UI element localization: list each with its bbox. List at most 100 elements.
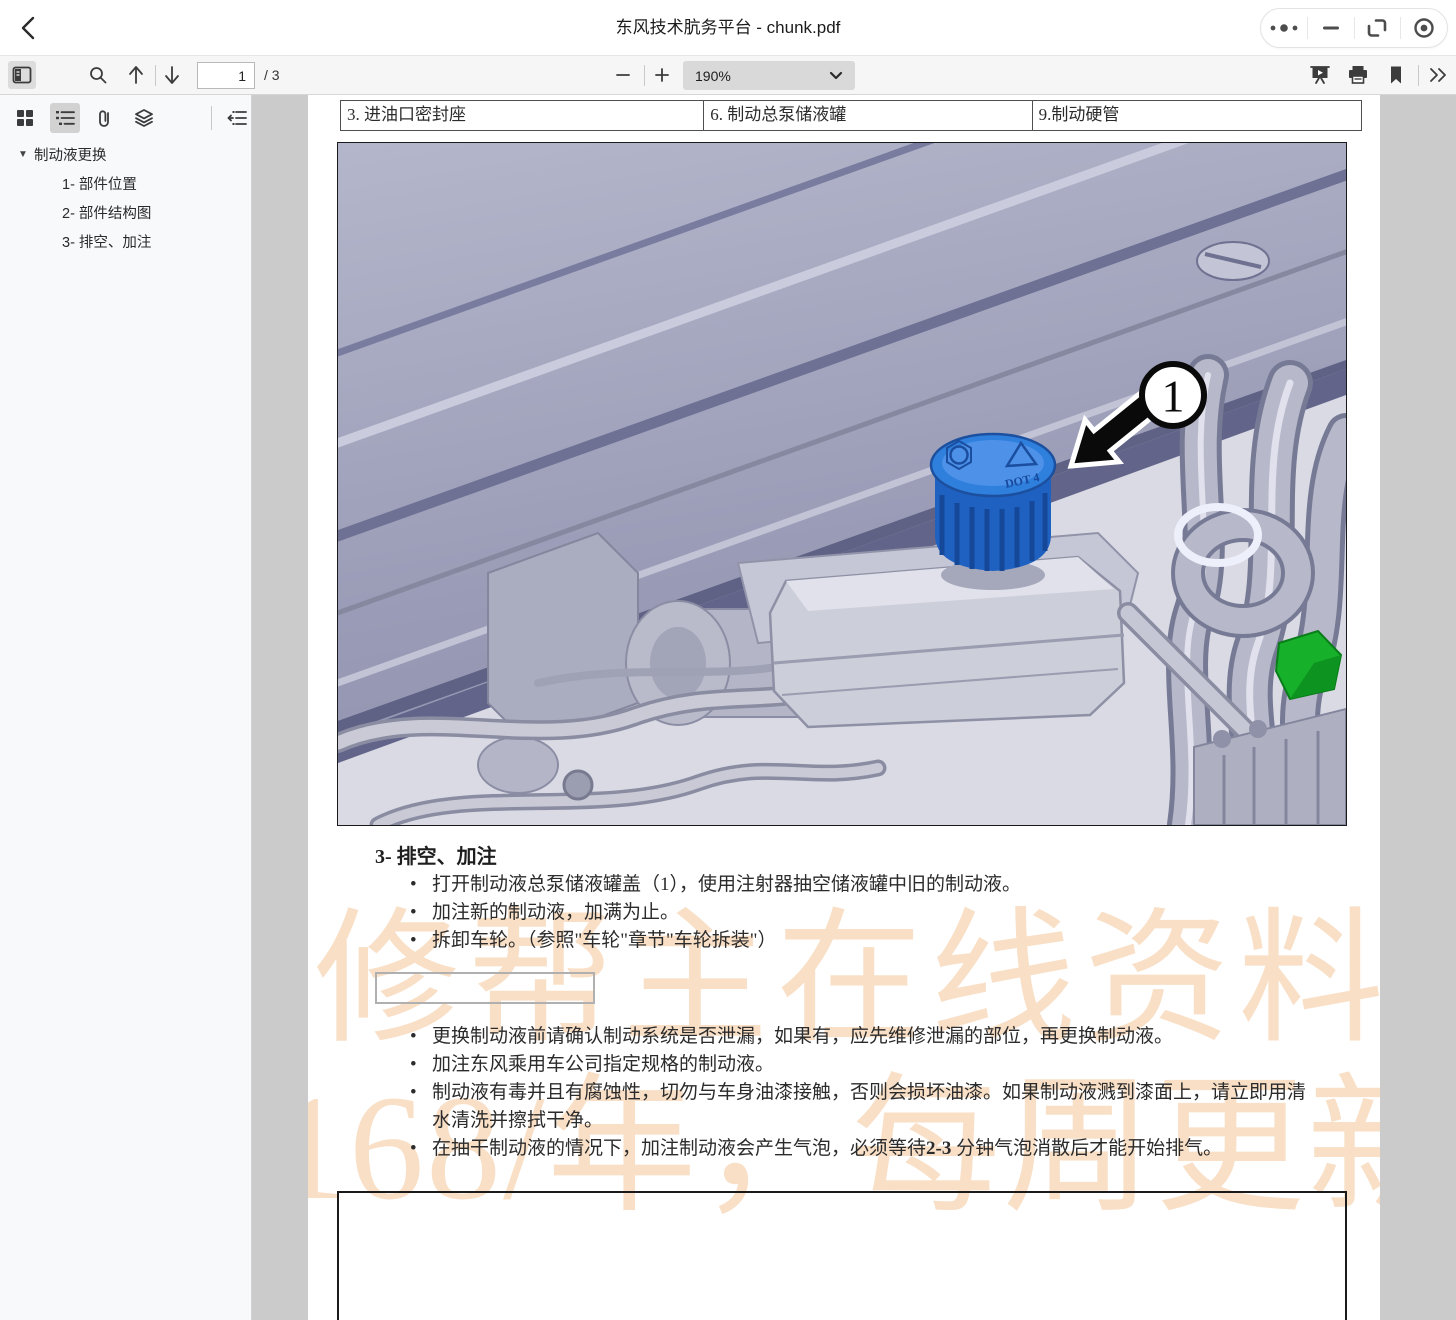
zoom-level-value: 190% — [695, 68, 829, 84]
outline-tab[interactable] — [50, 103, 80, 133]
minimize-button[interactable] — [1308, 9, 1354, 47]
page-total-label: / 3 — [264, 67, 280, 83]
bookmark-button[interactable] — [1382, 61, 1410, 89]
sidebar: ▼制动液更换 1- 部件位置 2- 部件结构图 3- 排空、加注 — [0, 95, 252, 1320]
restore-button[interactable] — [1355, 9, 1401, 47]
pdf-toolbar: / 3 190% — [0, 56, 1456, 95]
thumbnails-tab[interactable] — [10, 103, 40, 133]
outline-tree: ▼制动液更换 1- 部件位置 2- 部件结构图 3- 排空、加注 — [0, 140, 252, 256]
outline-item-label: 1- 部件位置 — [62, 173, 137, 194]
toggle-sidebar-button[interactable] — [8, 61, 36, 89]
note-line: 更换制动液前请确认制动系统是否泄漏，如果有，应先维修泄漏的部位，再更换制动液。 — [410, 1023, 1376, 1051]
more-tools-button[interactable] — [1424, 61, 1452, 89]
previous-page-button[interactable] — [122, 61, 150, 89]
layers-tab[interactable] — [129, 103, 159, 133]
section-heading: 3- 排空、加注 — [375, 840, 497, 869]
reservoir-cap: DOT 4 — [931, 434, 1055, 571]
toolbar-divider — [155, 65, 156, 86]
arrow-down-icon — [162, 64, 182, 86]
bottom-table-box — [337, 1191, 1347, 1320]
layers-icon — [134, 108, 154, 128]
outline-item-label: 2- 部件结构图 — [62, 202, 151, 223]
note-text: 在抽干制动液的情况下，加注制动液会产生气泡，必须等待 — [432, 1138, 926, 1159]
bullet-list: 打开制动液总泵储液罐盖（1），使用注射器抽空储液罐中旧的制动液。加注新的制动液，… — [410, 871, 1370, 955]
note-line: 在抽干制动液的情况下，加注制动液会产生气泡，必须等待2-3 分钟气泡消散后才能开… — [410, 1135, 1376, 1163]
more-options-icon — [1267, 22, 1301, 34]
callout-number-badge: 1 — [1142, 364, 1204, 426]
bookmark-icon — [1388, 65, 1404, 85]
zoom-out-button[interactable] — [609, 61, 637, 89]
note-item: 制动液有毒并且有腐蚀性，切勿与车身油漆接触，否则会损坏油漆。如果制动液溅到漆面上… — [410, 1079, 1376, 1135]
toolbar-divider — [1418, 65, 1419, 86]
parts-table: 3. 进油口密封座6. 制动总泵储液罐9.制动硬管 — [340, 100, 1362, 131]
note-line: 制动液有毒并且有腐蚀性，切勿与车身油漆接触，否则会损坏油漆。如果制动液溅到漆面上… — [410, 1079, 1376, 1107]
note-text: 水清洗并擦拭干净。 — [432, 1110, 603, 1131]
attachments-tab[interactable] — [90, 103, 120, 133]
minimize-icon — [1321, 25, 1341, 31]
note-text: 更换制动液前请确认制动系统是否泄漏，如果有，应先维修泄漏的部位，再更换制动液。 — [432, 1026, 1173, 1047]
callout-number: 1 — [1162, 371, 1185, 422]
note-item: 在抽干制动液的情况下，加注制动液会产生气泡，必须等待2-3 分钟气泡消散后才能开… — [410, 1135, 1376, 1163]
record-target-button[interactable] — [1401, 9, 1447, 47]
paperclip-icon — [95, 108, 113, 128]
grid-icon — [16, 109, 34, 127]
note-text: 制动液有毒并且有腐蚀性，切勿与车身油漆接触，否则会损坏油漆。如果制动液溅到漆面上… — [432, 1082, 1306, 1103]
page-number-input[interactable] — [197, 62, 255, 89]
note-line: 加注东风乘用车公司指定规格的制动液。 — [410, 1051, 1376, 1079]
arrow-up-icon — [126, 64, 146, 86]
bullet-item: 打开制动液总泵储液罐盖（1），使用注射器抽空储液罐中旧的制动液。 — [410, 871, 1370, 899]
bullet-item: 拆卸车轮。（参照"车轮"章节"车轮拆装"） — [410, 927, 1370, 955]
note-text: 加注东风乘用车公司指定规格的制动液。 — [432, 1054, 774, 1075]
print-button[interactable] — [1344, 61, 1372, 89]
pdf-page: 修帮主在线资料库 168/年，每周更新 3. 进油口密封座6. 制动总泵储液罐9… — [308, 95, 1380, 1320]
window-controls — [1260, 8, 1448, 48]
next-page-button[interactable] — [158, 61, 186, 89]
search-button[interactable] — [84, 61, 112, 89]
collapse-outline-button[interactable] — [222, 103, 252, 133]
parts-table-cell: 9.制动硬管 — [1033, 101, 1361, 130]
sidebar-panel-icon — [12, 66, 32, 84]
empty-field-box[interactable] — [375, 972, 595, 1004]
toolbar-divider — [644, 65, 645, 86]
window-titlebar: 东风技术肮务平台 - chunk.pdf — [0, 0, 1456, 56]
zoom-level-select[interactable]: 190% — [683, 61, 855, 90]
record-target-icon — [1412, 16, 1436, 40]
presentation-mode-button[interactable] — [1306, 61, 1334, 89]
note-item: 更换制动液前请确认制动系统是否泄漏，如果有，应先维修泄漏的部位，再更换制动液。 — [410, 1023, 1376, 1051]
chevron-down-icon — [829, 71, 843, 80]
note-item: 加注东风乘用车公司指定规格的制动液。 — [410, 1051, 1376, 1079]
parts-table-cell: 6. 制动总泵储液罐 — [704, 101, 1032, 130]
plus-icon — [653, 66, 671, 84]
collapse-left-icon — [227, 109, 247, 127]
outline-item[interactable]: 1- 部件位置 — [0, 169, 252, 198]
engine-illustration: DOT 4 — [338, 143, 1346, 825]
parts-table-cell: 3. 进油口密封座 — [341, 101, 704, 130]
outline-item-label: 制动液更换 — [34, 144, 107, 165]
bulleted-list-icon — [55, 109, 75, 127]
restore-icon — [1366, 17, 1388, 39]
brake-fluid-reservoir — [738, 533, 1138, 727]
outline-item[interactable]: 3- 排空、加注 — [0, 227, 252, 256]
sidebar-divider — [211, 106, 212, 130]
outline-item-label: 3- 排空、加注 — [62, 231, 151, 252]
caret-down-icon[interactable]: ▼ — [12, 149, 34, 160]
double-chevron-right-icon — [1427, 66, 1449, 84]
presentation-icon — [1309, 65, 1331, 85]
more-options-button[interactable] — [1261, 9, 1307, 47]
printer-icon — [1347, 65, 1369, 85]
outline-item[interactable]: 2- 部件结构图 — [0, 198, 252, 227]
viewer-content: ▼制动液更换 1- 部件位置 2- 部件结构图 3- 排空、加注 修帮主在线资料库 1… — [0, 95, 1456, 1320]
notes-list: 更换制动液前请确认制动系统是否泄漏，如果有，应先维修泄漏的部位，再更换制动液。加… — [410, 1023, 1376, 1163]
minus-icon — [614, 66, 632, 84]
figure-frame: DOT 4 — [337, 142, 1347, 826]
sidebar-tabs — [0, 95, 252, 140]
outline-item[interactable]: ▼制动液更换 — [0, 140, 252, 169]
note-text: 分钟气泡消散后才能开始排气。 — [951, 1138, 1222, 1159]
window-title: 东风技术肮务平台 - chunk.pdf — [0, 0, 1456, 56]
search-icon — [88, 65, 108, 85]
pdf-viewer-area[interactable]: 修帮主在线资料库 168/年，每周更新 3. 进油口密封座6. 制动总泵储液罐9… — [252, 95, 1456, 1320]
note-line: 水清洗并擦拭干净。 — [410, 1107, 1376, 1135]
zoom-in-button[interactable] — [648, 61, 676, 89]
bullet-item: 加注新的制动液，加满为止。 — [410, 899, 1370, 927]
note-text-bold: 2-3 — [926, 1138, 951, 1159]
